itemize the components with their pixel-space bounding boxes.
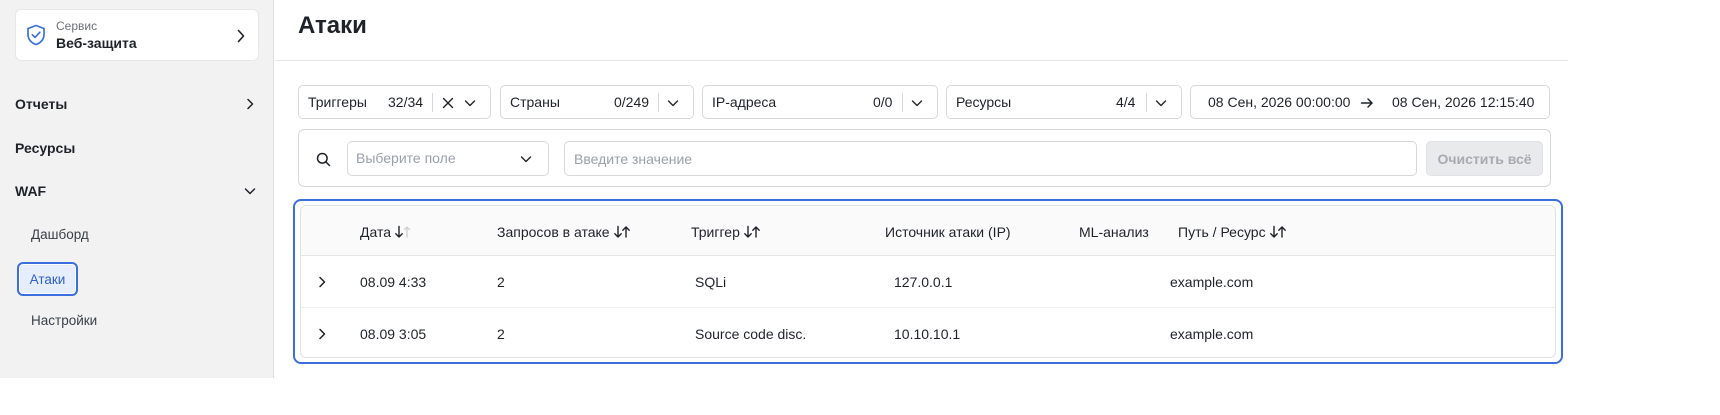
filter-countries[interactable]: Страны 0/249 bbox=[500, 85, 694, 119]
column-label: Триггер bbox=[691, 224, 740, 240]
chevron-right-icon[interactable] bbox=[317, 328, 327, 340]
sidebar-item-resources[interactable]: Ресурсы bbox=[15, 140, 75, 156]
divider bbox=[1146, 93, 1147, 112]
cell-trigger: SQLi bbox=[695, 274, 727, 290]
cell-trigger: Source code disc. bbox=[695, 326, 807, 342]
chevron-right-icon[interactable] bbox=[317, 276, 327, 288]
sidebar-item-label: Ресурсы bbox=[15, 140, 76, 156]
sidebar-subitem-attacks[interactable]: Атаки bbox=[17, 262, 78, 296]
filter-count: 0/0 bbox=[873, 94, 893, 110]
table-row[interactable]: 08.09 3:05 2 Source code disc. 10.10.10.… bbox=[301, 308, 1555, 357]
filter-triggers[interactable]: Триггеры 32/34 bbox=[298, 85, 491, 119]
chevron-down-icon[interactable] bbox=[911, 97, 923, 109]
cell-source-ip: 10.10.10.1 bbox=[894, 326, 961, 342]
chevron-down-icon bbox=[520, 156, 532, 163]
filter-label: Ресурсы bbox=[956, 94, 1012, 110]
page-title: Атаки bbox=[298, 12, 367, 39]
sidebar-item-waf[interactable]: WAF bbox=[15, 183, 259, 199]
search-icon bbox=[316, 152, 331, 167]
divider bbox=[432, 93, 433, 112]
search-panel: Выберите поле Очистить всё bbox=[298, 129, 1551, 187]
sort-icon[interactable] bbox=[613, 225, 631, 239]
clear-all-button[interactable]: Очистить всё bbox=[1426, 141, 1543, 176]
sidebar: Сервис Веб-защита Отчеты Ресурсы WAF Даш… bbox=[0, 0, 274, 378]
divider bbox=[658, 93, 659, 112]
table-row[interactable]: 08.09 4:33 2 SQLi 127.0.0.1 example.com bbox=[301, 256, 1555, 308]
service-name: Веб-защита bbox=[56, 34, 137, 51]
divider bbox=[902, 93, 903, 112]
shield-check-icon bbox=[27, 24, 45, 46]
chevron-down-icon bbox=[244, 188, 256, 195]
sidebar-item-label: WAF bbox=[15, 183, 47, 199]
filter-label: IP-адреса bbox=[712, 94, 777, 110]
filter-ip[interactable]: IP-адреса 0/0 bbox=[702, 85, 938, 119]
sidebar-subitem-settings[interactable]: Настройки bbox=[31, 313, 97, 328]
date-from[interactable]: 08 Сен, 2026 00:00:00 bbox=[1208, 94, 1350, 110]
filter-count: 0/249 bbox=[614, 94, 650, 110]
filter-label: Страны bbox=[510, 94, 560, 110]
filter-resources[interactable]: Ресурсы 4/4 bbox=[946, 85, 1182, 119]
main-content: Атаки Триггеры 32/34 Страны 0/249 IP-адр… bbox=[275, 0, 1568, 378]
column-source-ip: Источник атаки (IP) bbox=[885, 224, 1011, 240]
chevron-down-icon[interactable] bbox=[464, 97, 476, 109]
column-label: Источник атаки (IP) bbox=[885, 224, 1011, 240]
sort-icon[interactable] bbox=[743, 225, 761, 239]
column-label: ML-анализ bbox=[1079, 224, 1149, 240]
column-label: Путь / Ресурс bbox=[1178, 224, 1266, 240]
service-label: Сервис bbox=[56, 18, 98, 33]
cell-requests: 2 bbox=[497, 274, 505, 290]
table-header: Дата Запросов в атаке Триггер Источник а… bbox=[301, 206, 1555, 256]
clear-icon[interactable] bbox=[442, 97, 454, 109]
sort-icon[interactable] bbox=[1269, 225, 1287, 239]
sort-desc-icon[interactable] bbox=[394, 225, 412, 239]
cell-path: example.com bbox=[1170, 326, 1254, 342]
chevron-down-icon[interactable] bbox=[667, 97, 679, 109]
chevron-down-icon[interactable] bbox=[1155, 97, 1167, 109]
cell-path: example.com bbox=[1170, 274, 1254, 290]
cell-date: 08.09 4:33 bbox=[360, 274, 427, 290]
date-range-picker[interactable]: 08 Сен, 2026 00:00:00 08 Сен, 2026 12:15… bbox=[1190, 85, 1550, 119]
cell-requests: 2 bbox=[497, 326, 505, 342]
divider bbox=[275, 60, 1568, 61]
column-trigger[interactable]: Триггер bbox=[691, 224, 761, 240]
field-select[interactable]: Выберите поле bbox=[347, 141, 549, 176]
chevron-right-icon bbox=[247, 98, 254, 110]
sidebar-subitem-dashboard[interactable]: Дашборд bbox=[31, 227, 89, 242]
cell-source-ip: 127.0.0.1 bbox=[894, 274, 953, 290]
service-switcher[interactable]: Сервис Веб-защита bbox=[15, 9, 259, 61]
column-requests[interactable]: Запросов в атаке bbox=[497, 224, 631, 240]
filter-label: Триггеры bbox=[308, 94, 367, 110]
column-date[interactable]: Дата bbox=[360, 224, 412, 240]
arrow-right-icon bbox=[1360, 98, 1373, 108]
field-select-placeholder: Выберите поле bbox=[356, 150, 456, 166]
filter-count: 32/34 bbox=[388, 94, 424, 110]
cell-date: 08.09 3:05 bbox=[360, 326, 427, 342]
column-label: Запросов в атаке bbox=[497, 224, 610, 240]
column-path[interactable]: Путь / Ресурс bbox=[1178, 224, 1287, 240]
date-to[interactable]: 08 Сен, 2026 12:15:40 bbox=[1392, 94, 1534, 110]
chevron-right-icon bbox=[237, 29, 245, 43]
column-ml-analysis: ML-анализ bbox=[1079, 224, 1149, 240]
sidebar-item-reports[interactable]: Отчеты bbox=[15, 96, 259, 112]
attacks-table: Дата Запросов в атаке Триггер Источник а… bbox=[300, 205, 1556, 358]
column-label: Дата bbox=[360, 224, 392, 240]
filter-count: 4/4 bbox=[1116, 94, 1136, 110]
value-input[interactable] bbox=[564, 141, 1417, 176]
sidebar-item-label: Отчеты bbox=[15, 96, 68, 112]
